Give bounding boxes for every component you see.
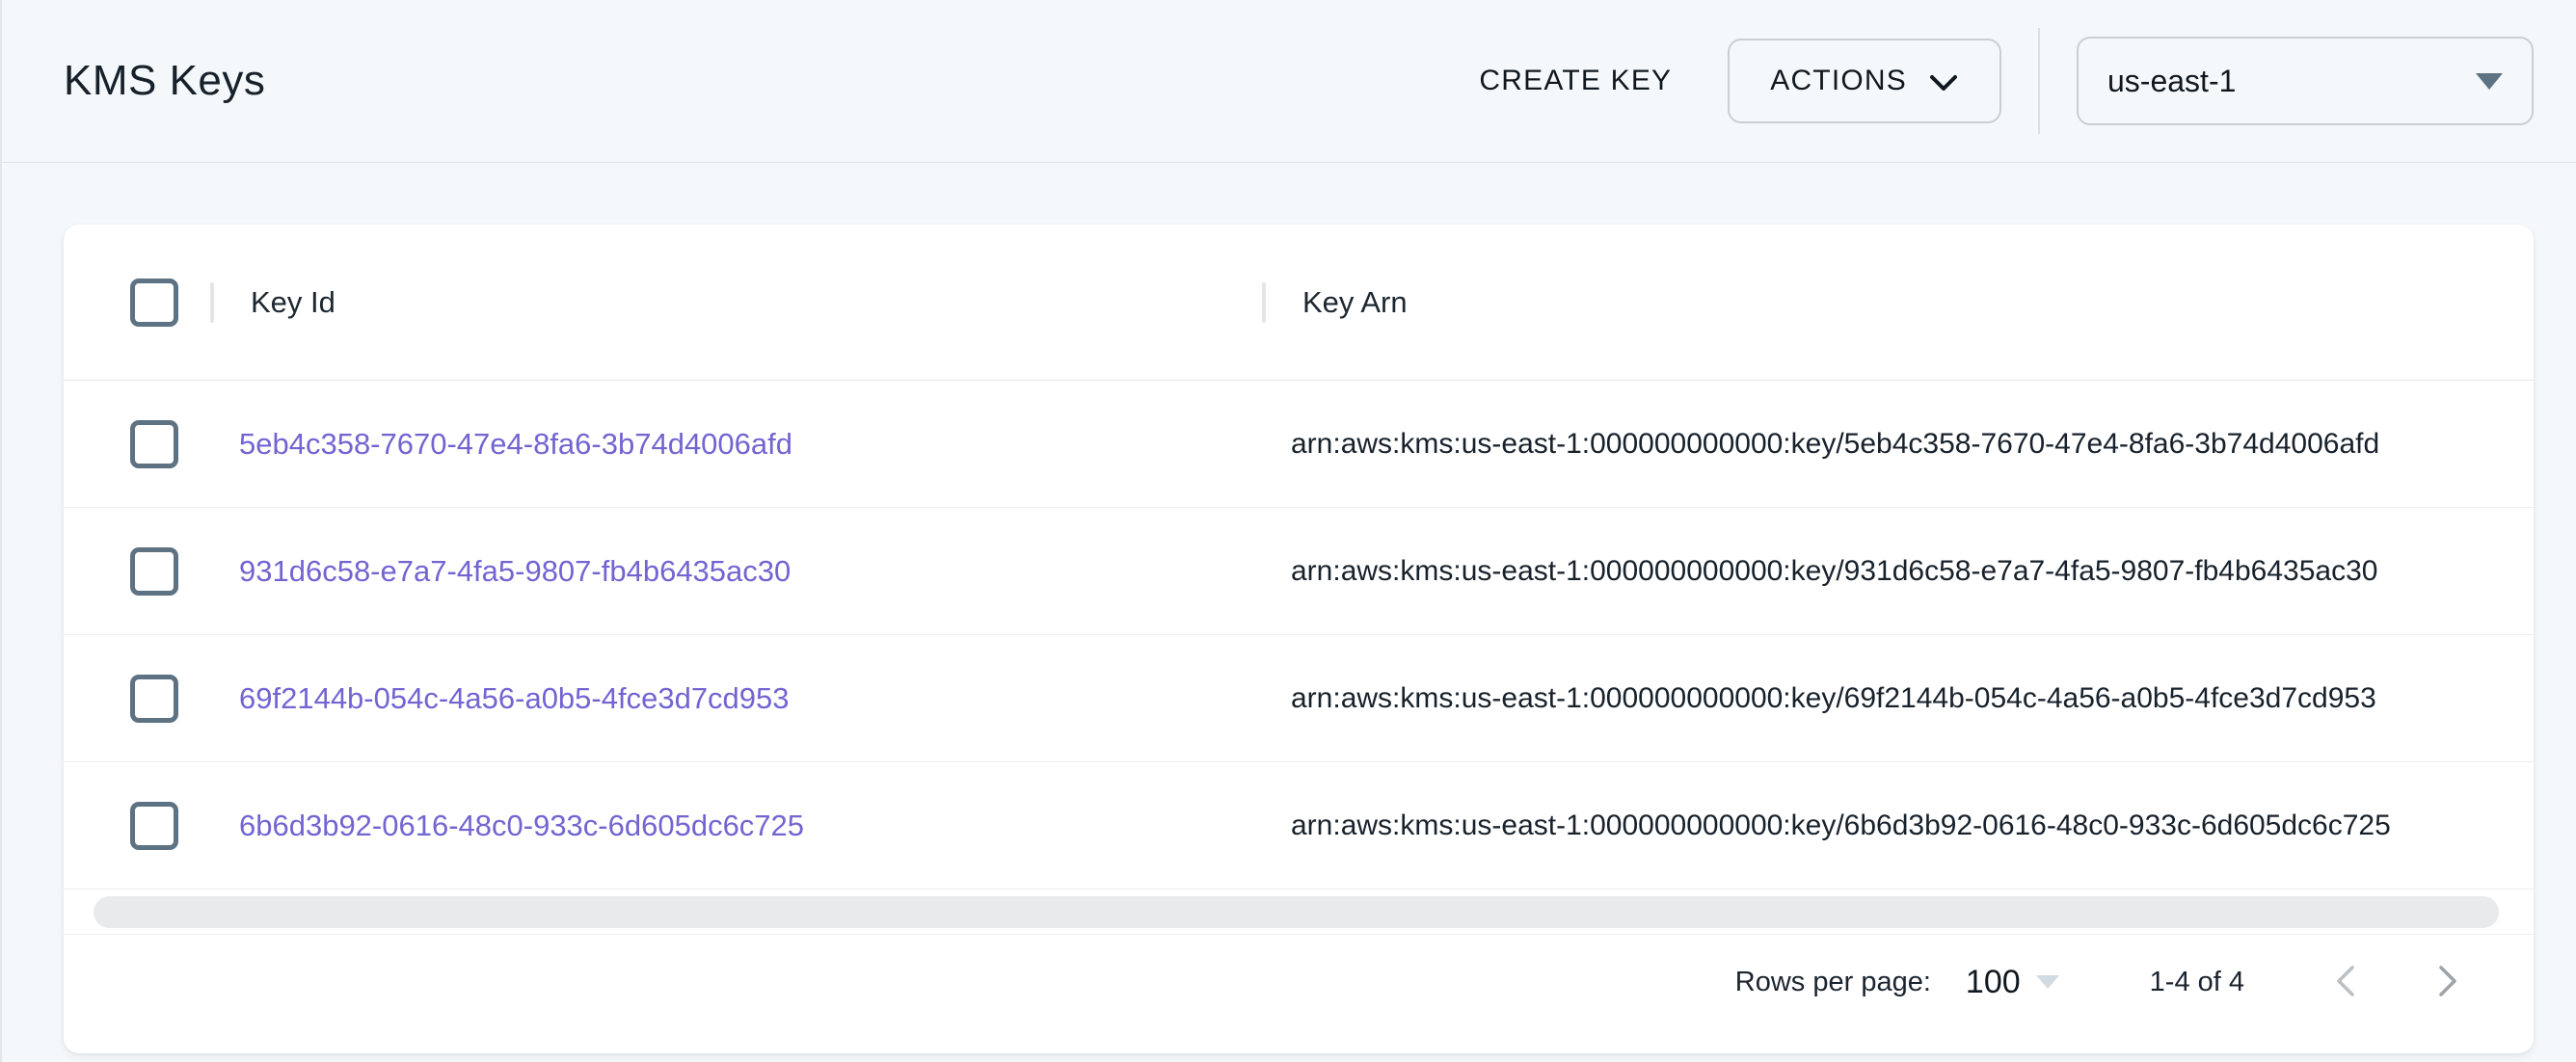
rows-per-page-select[interactable]: 100 bbox=[1966, 964, 2059, 1001]
row-checkbox[interactable] bbox=[130, 675, 178, 723]
caret-down-small-icon bbox=[2036, 975, 2059, 989]
select-all-cell bbox=[64, 279, 210, 327]
key-arn-cell: arn:aws:kms:us-east-1:000000000000:key/9… bbox=[1266, 555, 2534, 588]
chevron-left-icon bbox=[2329, 962, 2364, 1003]
table-footer: Rows per page: 100 1-4 of 4 bbox=[64, 934, 2534, 1053]
key-id-cell: 931d6c58-e7a7-4fa5-9807-fb4b6435ac30 bbox=[214, 554, 1262, 589]
column-header-key-arn[interactable]: Key Arn bbox=[1266, 285, 2534, 320]
column-header-label: Key Id bbox=[214, 285, 1262, 320]
row-checkbox-cell bbox=[64, 802, 210, 850]
key-arn-value: arn:aws:kms:us-east-1:000000000000:key/5… bbox=[1291, 428, 2379, 460]
key-id-link[interactable]: 5eb4c358-7670-47e4-8fa6-3b74d4006afd bbox=[239, 427, 792, 461]
column-header-key-id[interactable]: Key Id bbox=[214, 285, 1262, 320]
row-checkbox[interactable] bbox=[130, 547, 178, 596]
key-id-link[interactable]: 6b6d3b92-0616-48c0-933c-6d605dc6c725 bbox=[239, 809, 804, 842]
table-row[interactable]: 5eb4c358-7670-47e4-8fa6-3b74d4006afd arn… bbox=[64, 381, 2534, 508]
key-id-cell: 69f2144b-054c-4a56-a0b5-4fce3d7cd953 bbox=[214, 681, 1262, 716]
row-checkbox-cell bbox=[64, 675, 210, 723]
rows-per-page-label: Rows per page: bbox=[1735, 967, 1931, 998]
row-checkbox[interactable] bbox=[130, 802, 178, 850]
table-row[interactable]: 931d6c58-e7a7-4fa5-9807-fb4b6435ac30 arn… bbox=[64, 508, 2534, 635]
table-header-row: Key Id Key Arn bbox=[64, 225, 2534, 381]
next-page-button[interactable] bbox=[2420, 955, 2474, 1009]
region-select[interactable]: us-east-1 bbox=[2077, 37, 2534, 125]
row-checkbox-cell bbox=[64, 547, 210, 596]
key-arn-cell: arn:aws:kms:us-east-1:000000000000:key/6… bbox=[1266, 810, 2534, 842]
actions-button[interactable]: ACTIONS bbox=[1728, 39, 2001, 123]
key-arn-value: arn:aws:kms:us-east-1:000000000000:key/6… bbox=[1291, 682, 2376, 714]
topbar: KMS Keys CREATE KEY ACTIONS us-east-1 bbox=[2, 0, 2576, 163]
key-arn-cell: arn:aws:kms:us-east-1:000000000000:key/5… bbox=[1266, 428, 2534, 461]
horizontal-scrollbar-thumb[interactable] bbox=[94, 896, 2499, 928]
row-checkbox[interactable] bbox=[130, 420, 178, 468]
select-all-checkbox[interactable] bbox=[130, 279, 178, 327]
page-title: KMS Keys bbox=[64, 57, 265, 105]
key-id-cell: 6b6d3b92-0616-48c0-933c-6d605dc6c725 bbox=[214, 809, 1262, 843]
chevron-right-icon bbox=[2429, 962, 2464, 1003]
chevron-down-icon bbox=[1928, 73, 1959, 93]
horizontal-scrollbar bbox=[64, 889, 2534, 934]
rows-per-page-value: 100 bbox=[1966, 964, 2021, 1001]
table-row[interactable]: 69f2144b-054c-4a56-a0b5-4fce3d7cd953 arn… bbox=[64, 635, 2534, 762]
row-checkbox-cell bbox=[64, 420, 210, 468]
pagination-range-label: 1-4 of 4 bbox=[2150, 967, 2244, 998]
previous-page-button[interactable] bbox=[2320, 955, 2374, 1009]
pagination-bar: Rows per page: 100 1-4 of 4 bbox=[64, 935, 2534, 1029]
key-arn-value: arn:aws:kms:us-east-1:000000000000:key/9… bbox=[1291, 555, 2377, 587]
table-row[interactable]: 6b6d3b92-0616-48c0-933c-6d605dc6c725 arn… bbox=[64, 762, 2534, 889]
key-id-link[interactable]: 69f2144b-054c-4a56-a0b5-4fce3d7cd953 bbox=[239, 681, 790, 715]
actions-button-label: ACTIONS bbox=[1770, 65, 1907, 97]
header-divider bbox=[2038, 28, 2040, 134]
key-arn-value: arn:aws:kms:us-east-1:000000000000:key/6… bbox=[1291, 810, 2391, 841]
key-arn-cell: arn:aws:kms:us-east-1:000000000000:key/6… bbox=[1266, 682, 2534, 715]
column-header-label: Key Arn bbox=[1266, 285, 2534, 320]
caret-down-icon bbox=[2476, 73, 2503, 90]
create-key-button[interactable]: CREATE KEY bbox=[1442, 41, 1708, 120]
key-id-cell: 5eb4c358-7670-47e4-8fa6-3b74d4006afd bbox=[214, 427, 1262, 462]
kms-keys-table: Key Id Key Arn 5eb4c358-7670-47e4-8fa6-3… bbox=[64, 225, 2534, 1053]
key-id-link[interactable]: 931d6c58-e7a7-4fa5-9807-fb4b6435ac30 bbox=[239, 554, 791, 588]
region-select-value: us-east-1 bbox=[2107, 64, 2236, 99]
